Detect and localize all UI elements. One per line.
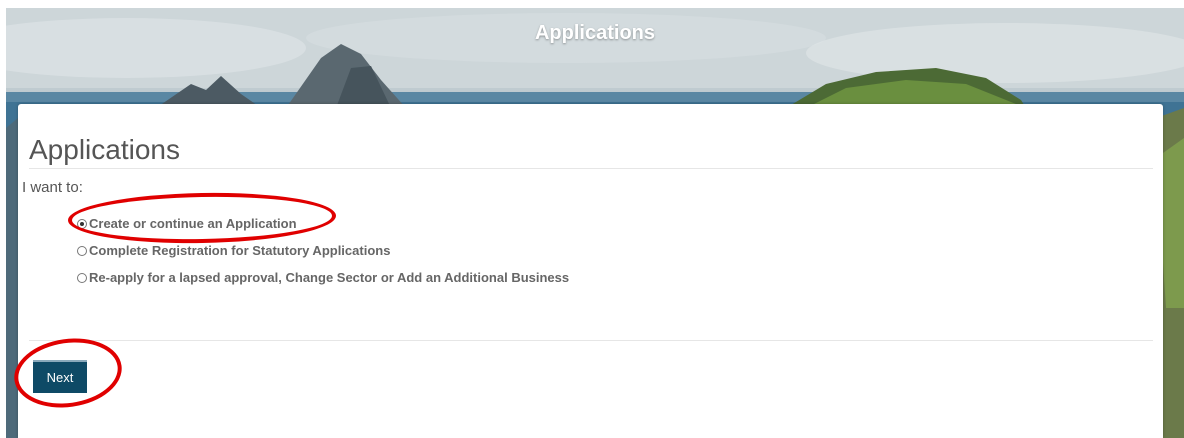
application-type-options: Create or continue an Application Comple… (77, 210, 569, 291)
heading-divider (29, 168, 1153, 169)
application-screen: Applications Applications I want to: Cre… (0, 0, 1184, 438)
option-label: Create or continue an Application (89, 216, 297, 231)
radio-create-application[interactable] (77, 218, 87, 229)
prompt-label: I want to: (22, 179, 83, 196)
option-label: Complete Registration for Statutory Appl… (89, 243, 391, 258)
footer-divider (29, 340, 1153, 341)
application-panel: Applications I want to: Create or contin… (18, 104, 1163, 438)
option-label: Re-apply for a lapsed approval, Change S… (89, 270, 570, 285)
option-create-application[interactable]: Create or continue an Application (77, 210, 569, 237)
banner-title: Applications (534, 22, 655, 44)
option-complete-registration[interactable]: Complete Registration for Statutory Appl… (77, 237, 569, 264)
option-reapply[interactable]: Re-apply for a lapsed approval, Change S… (77, 264, 569, 291)
radio-reapply[interactable] (77, 272, 87, 283)
next-button[interactable]: Next (33, 360, 87, 393)
radio-complete-registration[interactable] (77, 245, 87, 256)
page-title: Applications (29, 134, 180, 165)
